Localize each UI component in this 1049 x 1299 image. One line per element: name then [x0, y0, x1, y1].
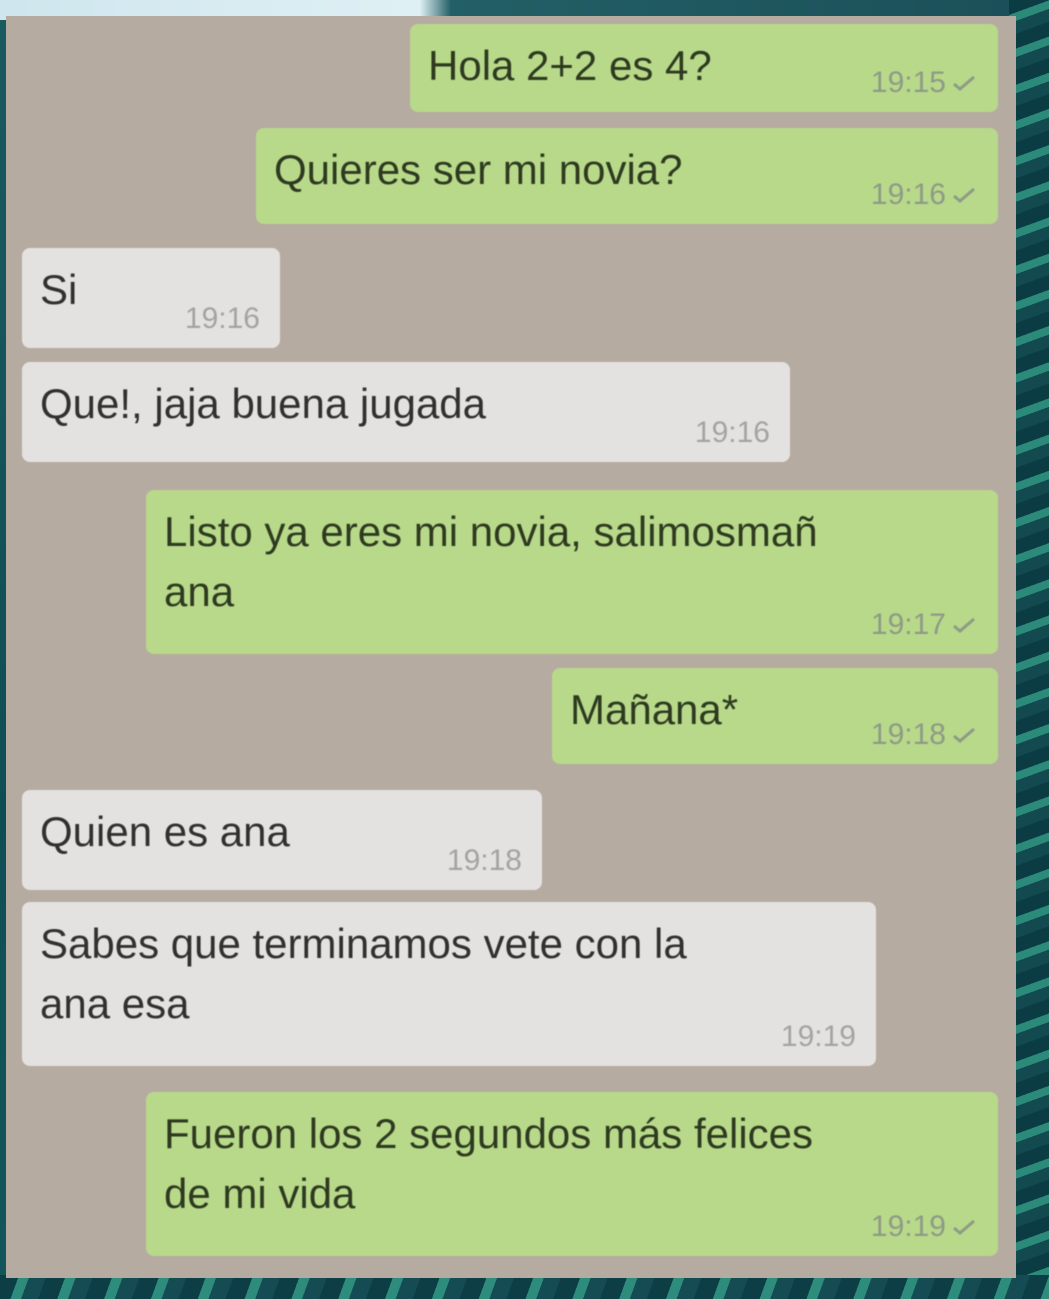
check-icon — [950, 1218, 978, 1236]
check-icon — [950, 74, 978, 92]
message-time: 19:15 — [870, 66, 946, 99]
message-text: Sabes que terminamos vete con la ana esa — [40, 920, 687, 1027]
check-icon — [950, 726, 978, 744]
message-time: 19:16 — [694, 416, 770, 449]
message-time: 19:19 — [870, 1210, 946, 1243]
message-bubble-outgoing[interactable]: Hola 2+2 es 4? 19:15 — [410, 24, 998, 112]
message-meta: 19:18 — [447, 846, 522, 876]
message-meta: 19:16 — [185, 304, 260, 334]
message-time: 19:19 — [780, 1020, 856, 1053]
message-text: Listo ya eres mi novia, salimosmañ ana — [164, 508, 818, 615]
message-time: 19:17 — [870, 608, 946, 641]
message-bubble-outgoing[interactable]: Fueron los 2 segundos más felices de mi … — [146, 1092, 998, 1256]
message-time: 19:16 — [184, 302, 260, 335]
message-bubble-incoming[interactable]: Si 19:16 — [22, 248, 280, 348]
message-meta: 19:16 — [871, 180, 978, 210]
message-text: Que!, jaja buena jugada — [40, 380, 487, 427]
message-bubble-outgoing[interactable]: Quieres ser mi novia? 19:16 — [256, 128, 998, 224]
message-bubble-incoming[interactable]: Quien es ana 19:18 — [22, 790, 542, 890]
message-time: 19:18 — [446, 844, 522, 877]
message-meta: 19:19 — [781, 1022, 856, 1052]
message-meta: 19:18 — [871, 720, 978, 750]
message-bubble-outgoing[interactable]: Mañana* 19:18 — [552, 668, 998, 764]
message-time: 19:16 — [870, 178, 946, 211]
message-meta: 19:17 — [871, 610, 978, 640]
message-meta: 19:15 — [871, 68, 978, 98]
message-time: 19:18 — [870, 718, 946, 751]
message-text: Fueron los 2 segundos más felices de mi … — [164, 1110, 814, 1217]
message-meta: 19:19 — [871, 1212, 978, 1242]
message-bubble-outgoing[interactable]: Listo ya eres mi novia, salimosmañ ana 1… — [146, 490, 998, 654]
message-bubble-incoming[interactable]: Que!, jaja buena jugada 19:16 — [22, 362, 790, 462]
chat-conversation[interactable]: Hola 2+2 es 4? 19:15 Quieres ser mi novi… — [6, 16, 1016, 1278]
message-meta: 19:16 — [695, 418, 770, 448]
check-icon — [950, 616, 978, 634]
check-icon — [950, 186, 978, 204]
background-bottom-decoration — [0, 1275, 1049, 1299]
message-bubble-incoming[interactable]: Sabes que terminamos vete con la ana esa… — [22, 902, 876, 1066]
